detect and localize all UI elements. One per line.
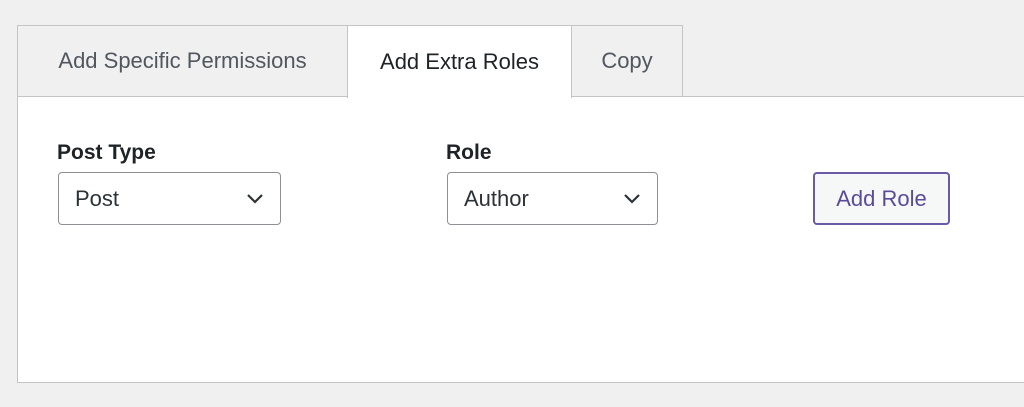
- tab-add-extra-roles[interactable]: Add Extra Roles: [347, 25, 572, 98]
- role-value: Author: [464, 185, 529, 211]
- tab-panel: [17, 96, 1024, 383]
- tab-add-specific-permissions[interactable]: Add Specific Permissions: [17, 25, 348, 96]
- chevron-down-icon: [247, 194, 263, 204]
- role-select[interactable]: Author: [447, 172, 658, 225]
- role-label: Role: [446, 141, 492, 164]
- add-role-button[interactable]: Add Role: [813, 172, 950, 225]
- chevron-down-icon: [624, 194, 640, 204]
- post-type-label: Post Type: [57, 141, 156, 164]
- post-type-select[interactable]: Post: [58, 172, 281, 225]
- tab-copy[interactable]: Copy: [571, 25, 683, 96]
- post-type-value: Post: [75, 185, 120, 211]
